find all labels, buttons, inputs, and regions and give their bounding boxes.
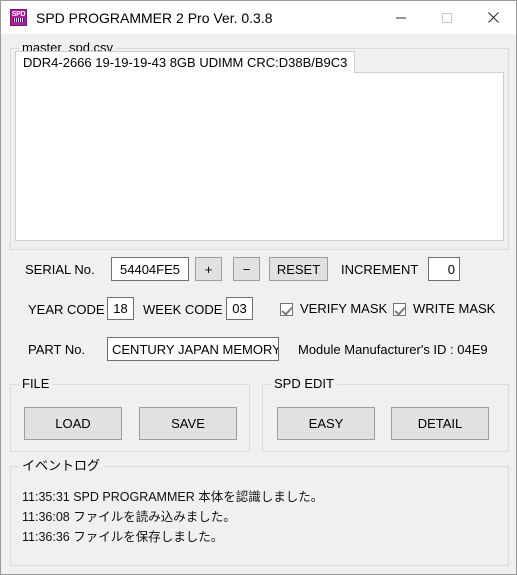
event-log-group-label: イベントログ	[19, 458, 104, 473]
save-button[interactable]: SAVE	[139, 407, 237, 440]
part-number-input[interactable]: CENTURY JAPAN MEMORY	[107, 337, 279, 361]
serial-reset-button[interactable]: RESET	[269, 257, 328, 281]
year-code-label: YEAR CODE	[28, 302, 105, 317]
app-icon: SPD	[10, 9, 27, 26]
serial-increment-button[interactable]: +	[195, 257, 222, 281]
window-title: SPD PROGRAMMER 2 Pro Ver. 0.3.8	[36, 9, 273, 26]
detail-edit-button[interactable]: DETAIL	[391, 407, 489, 440]
checkbox-write-mask-box[interactable]	[393, 302, 406, 316]
checkbox-verify-mask-box[interactable]	[280, 302, 293, 316]
log-line: 11:36:36 ファイルを保存しました。	[22, 530, 224, 544]
checkbox-write-mask-label: WRITE MASK	[413, 301, 496, 316]
serial-decrement-button[interactable]: −	[233, 257, 260, 281]
maximize-button[interactable]	[424, 2, 470, 34]
file-group-label: FILE	[19, 376, 53, 391]
manufacturer-id-text: Module Manufacturer's ID : 04E9	[298, 342, 488, 357]
log-line: 11:35:31 SPD PROGRAMMER 本体を認識しました。	[22, 490, 324, 504]
minimize-button[interactable]	[378, 2, 424, 34]
easy-edit-button[interactable]: EASY	[277, 407, 375, 440]
tab-page-panel	[15, 72, 504, 241]
week-code-input[interactable]: 03	[226, 297, 253, 320]
minimize-icon	[396, 17, 406, 18]
event-log-list[interactable]: 11:35:31 SPD PROGRAMMER 本体を認識しました。 11:36…	[12, 479, 507, 564]
checkbox-row-verify-mask[interactable]: VERIFY MASK	[280, 302, 387, 316]
serial-label: SERIAL No.	[25, 262, 95, 277]
close-button[interactable]	[470, 2, 516, 34]
close-icon	[487, 12, 499, 23]
year-code-input[interactable]: 18	[107, 297, 134, 320]
increment-input[interactable]: 0	[428, 257, 460, 281]
checkbox-verify-mask-label: VERIFY MASK	[300, 301, 388, 316]
serial-input[interactable]: 54404FE5	[111, 257, 189, 281]
part-number-label: PART No.	[28, 342, 86, 357]
spd-tab-control: DDR4-2666 19-19-19-43 8GB UDIMM CRC:D38B…	[15, 51, 504, 241]
load-button[interactable]: LOAD	[24, 407, 122, 440]
checkbox-row-write-mask[interactable]: WRITE MASK	[393, 302, 495, 316]
week-code-label: WEEK CODE	[143, 302, 223, 317]
increment-label: INCREMENT	[341, 262, 419, 277]
event-log-group-box: イベントログ 11:35:31 SPD PROGRAMMER 本体を認識しました…	[10, 458, 509, 566]
app-icon-stripe	[13, 18, 24, 22]
title-bar: SPD SPD PROGRAMMER 2 Pro Ver. 0.3.8	[1, 1, 516, 34]
maximize-icon	[442, 12, 452, 23]
application-window: SPD SPD PROGRAMMER 2 Pro Ver. 0.3.8 mast…	[0, 0, 517, 575]
log-line: 11:36:08 ファイルを読み込みました。	[22, 510, 236, 524]
tab-spd-profile[interactable]: DDR4-2666 19-19-19-43 8GB UDIMM CRC:D38B…	[15, 51, 356, 73]
spd-edit-group-label: SPD EDIT	[271, 376, 337, 391]
